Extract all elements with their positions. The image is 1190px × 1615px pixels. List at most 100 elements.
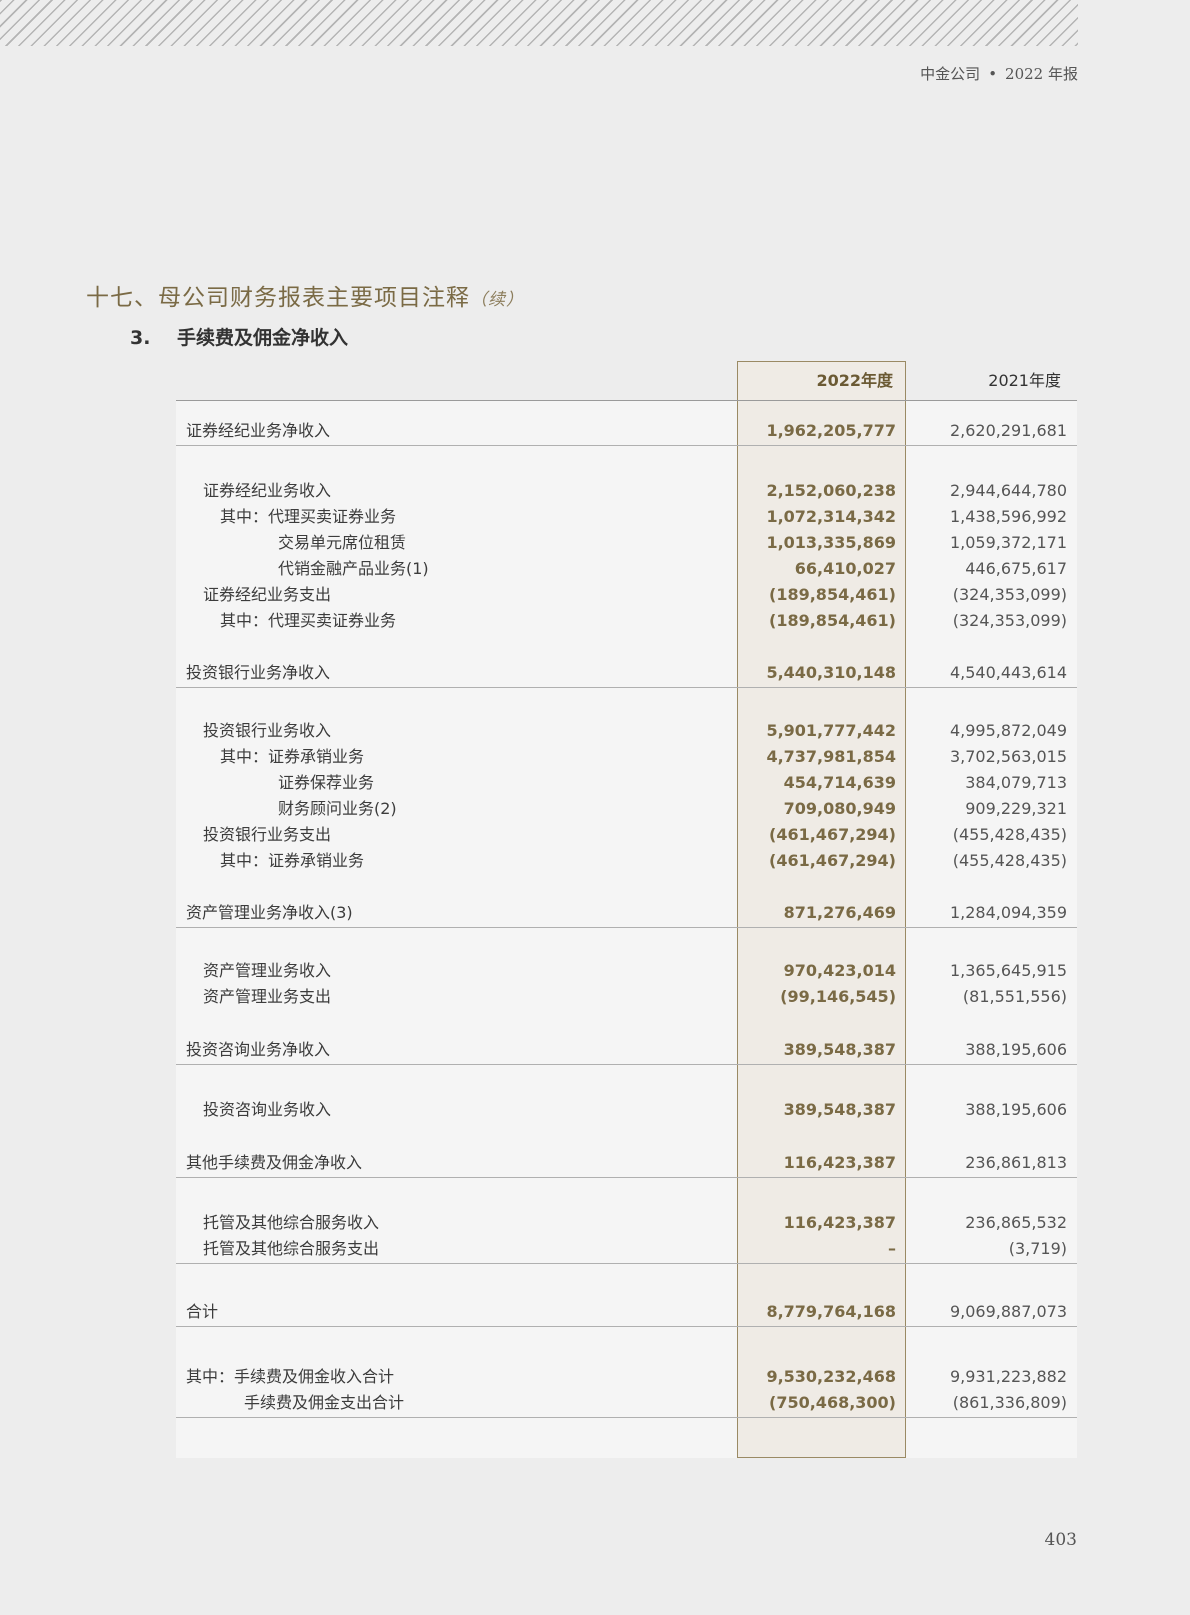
- value-2021: (455,428,435): [952, 851, 1067, 870]
- running-header: 中金公司 • 2022 年报: [920, 63, 1078, 84]
- table-row: 其中：手续费及佣金收入合计 9,530,232,468 9,931,223,882: [176, 1364, 1077, 1390]
- row-label: 其中：代理买卖证券业务: [220, 611, 397, 630]
- value-2022: 116,423,387: [783, 1213, 896, 1232]
- row-label: 投资银行业务收入: [203, 721, 332, 740]
- section-title-continued: （续）: [470, 290, 524, 310]
- value-2021: 446,675,617: [965, 559, 1067, 578]
- table-row: 证券经纪业务支出 (189,854,461) (324,353,099): [176, 582, 1077, 608]
- table-row: 手续费及佣金支出合计 (750,468,300) (861,336,809): [176, 1390, 1077, 1418]
- column-header-2021: 2021年度: [988, 371, 1061, 390]
- row-label: 资产管理业务支出: [203, 987, 332, 1006]
- value-2022: (461,467,294): [769, 851, 896, 870]
- row-label: 投资银行业务支出: [203, 825, 332, 844]
- value-2021: (861,336,809): [952, 1393, 1067, 1412]
- row-label: 证券经纪业务收入: [203, 481, 332, 500]
- table-row: 其中：代理买卖证券业务 (189,854,461) (324,353,099): [176, 608, 1077, 634]
- row-label: 合计: [186, 1302, 219, 1321]
- value-2022: 709,080,949: [783, 799, 896, 818]
- value-2021: 4,995,872,049: [949, 721, 1067, 740]
- header-hatch-band: [0, 0, 1078, 46]
- row-label: 证券保荐业务: [278, 773, 375, 792]
- value-2022: 5,901,777,442: [766, 721, 896, 740]
- table-row: 投资银行业务支出 (461,467,294) (455,428,435): [176, 822, 1077, 848]
- value-2022: 5,440,310,148: [766, 663, 896, 682]
- row-label: 财务顾问业务(2): [278, 799, 397, 818]
- row-label: 其中：证券承销业务: [220, 851, 365, 870]
- value-2021: 9,069,887,073: [949, 1302, 1067, 1321]
- commission-income-table: 2022年度 2021年度 证券经纪业务净收入 1,962,205,777 2,62…: [176, 361, 1077, 1458]
- value-2022: 1,072,314,342: [766, 507, 896, 526]
- value-2022: 871,276,469: [783, 903, 896, 922]
- value-2022: (99,146,545): [780, 987, 896, 1006]
- value-2022: 9,530,232,468: [766, 1367, 896, 1386]
- row-label: 托管及其他综合服务支出: [203, 1239, 380, 1258]
- row-label: 资产管理业务净收入(3): [186, 903, 353, 922]
- value-2022: (750,468,300): [769, 1393, 896, 1412]
- table-row: 资产管理业务支出 (99,146,545) (81,551,556): [176, 984, 1077, 1010]
- table-row: 交易单元席位租赁 1,013,335,869 1,059,372,171: [176, 530, 1077, 556]
- section-title: 十七、母公司财务报表主要项目注释（续）: [86, 278, 524, 312]
- section-title-text: 十七、母公司财务报表主要项目注释: [86, 285, 470, 311]
- value-2021: 2,620,291,681: [949, 421, 1067, 440]
- row-label: 其中：证券承销业务: [220, 747, 365, 766]
- table-row-total: 合计 8,779,764,168 9,069,887,073: [176, 1299, 1077, 1327]
- row-label: 交易单元席位租赁: [278, 533, 407, 552]
- value-2022: 1,013,335,869: [766, 533, 896, 552]
- value-2022: (189,854,461): [769, 585, 896, 604]
- column-header-2022: 2022年度: [816, 371, 893, 390]
- header-separator-dot: •: [988, 65, 998, 83]
- table-row: 投资银行业务收入 5,901,777,442 4,995,872,049: [176, 718, 1077, 744]
- value-2022: 66,410,027: [794, 559, 896, 578]
- value-2021: 2,944,644,780: [949, 481, 1067, 500]
- table-row: 证券经纪业务净收入 1,962,205,777 2,620,291,681: [176, 418, 1077, 446]
- table-row: 其中：证券承销业务 4,737,981,854 3,702,563,015: [176, 744, 1077, 770]
- table-row: 投资银行业务净收入 5,440,310,148 4,540,443,614: [176, 660, 1077, 688]
- value-2021: 236,861,813: [965, 1153, 1067, 1172]
- page-number: 403: [1044, 1530, 1077, 1550]
- value-2021: 1,438,596,992: [949, 507, 1067, 526]
- value-2022: 1,962,205,777: [766, 421, 896, 440]
- row-label: 其中：代理买卖证券业务: [220, 507, 397, 526]
- table-row: 其中：代理买卖证券业务 1,072,314,342 1,438,596,992: [176, 504, 1077, 530]
- table-row: 资产管理业务净收入(3) 871,276,469 1,284,094,359: [176, 900, 1077, 928]
- value-2021: 236,865,532: [965, 1213, 1067, 1232]
- value-2022: 970,423,014: [783, 961, 896, 980]
- value-2022: 8,779,764,168: [766, 1302, 896, 1321]
- subsection-title: 3. 手续费及佣金净收入: [130, 323, 348, 350]
- row-label: 投资银行业务净收入: [186, 663, 331, 682]
- value-2021: (3,719): [1008, 1239, 1067, 1258]
- value-2021: 384,079,713: [965, 773, 1067, 792]
- table-row: 其他手续费及佣金净收入 116,423,387 236,861,813: [176, 1150, 1077, 1178]
- value-2021: (455,428,435): [952, 825, 1067, 844]
- value-2021: 388,195,606: [965, 1100, 1067, 1119]
- value-2021: 388,195,606: [965, 1040, 1067, 1059]
- value-2021: 1,284,094,359: [949, 903, 1067, 922]
- subsection-title-text: 手续费及佣金净收入: [177, 327, 349, 349]
- value-2022: 2,152,060,238: [766, 481, 896, 500]
- table-row: 其中：证券承销业务 (461,467,294) (455,428,435): [176, 848, 1077, 874]
- value-2022: (189,854,461): [769, 611, 896, 630]
- value-2021: (324,353,099): [952, 611, 1067, 630]
- value-2021: 909,229,321: [965, 799, 1067, 818]
- value-2021: (324,353,099): [952, 585, 1067, 604]
- header-year-report: 2022 年报: [1005, 65, 1078, 83]
- table-row: 证券经纪业务收入 2,152,060,238 2,944,644,780: [176, 478, 1077, 504]
- table-row: 投资咨询业务收入 389,548,387 388,195,606: [176, 1097, 1077, 1123]
- table-row: 财务顾问业务(2) 709,080,949 909,229,321: [176, 796, 1077, 822]
- table-row: 证券保荐业务 454,714,639 384,079,713: [176, 770, 1077, 796]
- row-label: 投资咨询业务收入: [203, 1100, 332, 1119]
- header-divider: [176, 400, 1077, 401]
- row-label: 其中：手续费及佣金收入合计: [186, 1367, 395, 1386]
- row-label: 证券经纪业务净收入: [186, 421, 331, 440]
- value-2021: (81,551,556): [962, 987, 1067, 1006]
- value-2022: 389,548,387: [783, 1040, 896, 1059]
- row-label: 手续费及佣金支出合计: [244, 1393, 405, 1412]
- value-2022: 454,714,639: [783, 773, 896, 792]
- table-row: 托管及其他综合服务收入 116,423,387 236,865,532: [176, 1210, 1077, 1236]
- row-label: 托管及其他综合服务收入: [203, 1213, 380, 1232]
- value-2022: 116,423,387: [783, 1153, 896, 1172]
- value-2022: –: [888, 1239, 896, 1258]
- value-2021: 4,540,443,614: [949, 663, 1067, 682]
- row-label: 资产管理业务收入: [203, 961, 332, 980]
- table-row: 代销金融产品业务(1) 66,410,027 446,675,617: [176, 556, 1077, 582]
